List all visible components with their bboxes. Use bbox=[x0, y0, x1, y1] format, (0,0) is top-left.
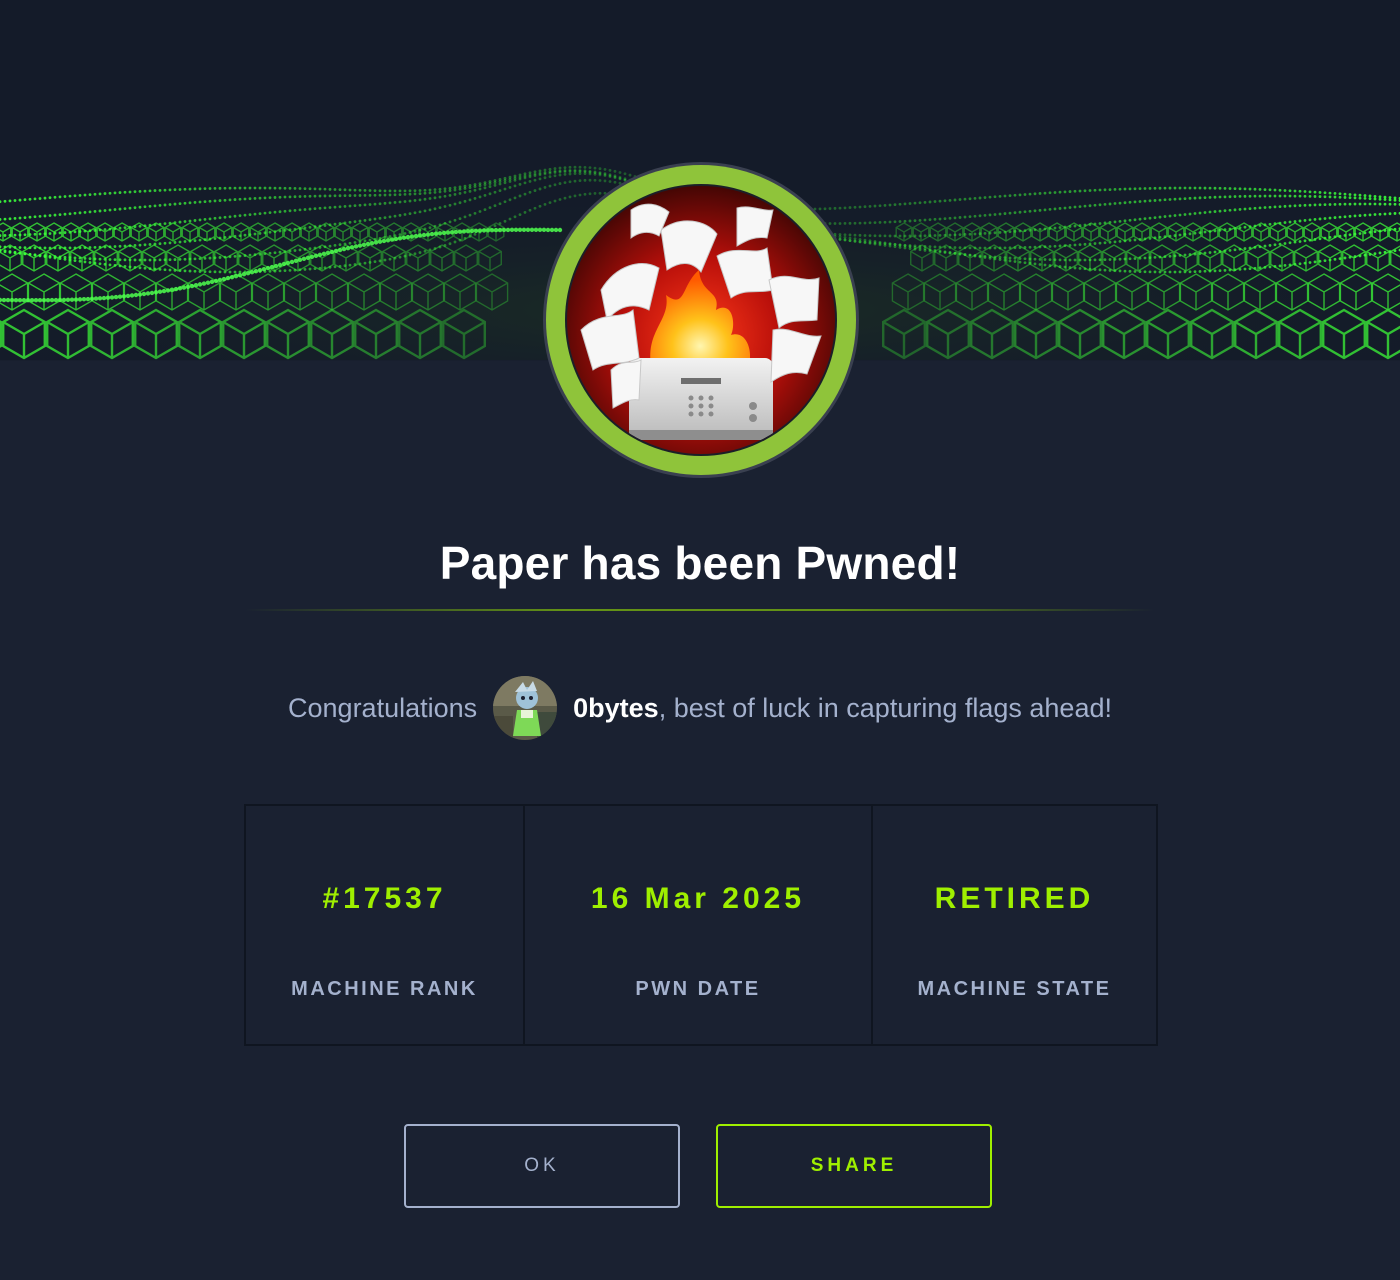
machine-rank-value: #17537 bbox=[322, 882, 447, 915]
pwned-modal: Paper has been Pwned! Congratulations 0b… bbox=[0, 0, 1400, 1280]
stats-panel: #17537 MACHINE RANK 16 Mar 2025 PWN DATE… bbox=[244, 804, 1158, 1046]
share-button[interactable]: SHARE bbox=[716, 1124, 992, 1208]
pwn-date-label: PWN DATE bbox=[635, 978, 761, 1000]
user-avatar-icon bbox=[493, 676, 558, 740]
username[interactable]: 0bytes bbox=[573, 693, 659, 724]
page-title: Paper has been Pwned! bbox=[439, 537, 961, 589]
stat-machine-state: RETIRED MACHINE STATE bbox=[871, 806, 1156, 1044]
title-divider bbox=[245, 609, 1155, 611]
congrats-prefix: Congratulations bbox=[288, 692, 478, 723]
machine-state-label: MACHINE STATE bbox=[917, 978, 1112, 1000]
stat-pwn-date: 16 Mar 2025 PWN DATE bbox=[523, 806, 871, 1044]
avatar[interactable] bbox=[493, 676, 558, 740]
pwn-date-value: 16 Mar 2025 bbox=[590, 882, 806, 915]
machine-state-value: RETIRED bbox=[934, 882, 1095, 915]
machine-avatar bbox=[541, 160, 861, 480]
burning-printer-icon bbox=[543, 162, 859, 478]
congrats-suffix: , best of luck in capturing flags ahead! bbox=[658, 692, 1112, 723]
ok-button[interactable]: OK bbox=[404, 1124, 680, 1208]
stat-machine-rank: #17537 MACHINE RANK bbox=[246, 806, 523, 1044]
machine-rank-label: MACHINE RANK bbox=[291, 978, 478, 1000]
congrats-message: Congratulations 0bytes, best of luck in … bbox=[0, 676, 1400, 740]
